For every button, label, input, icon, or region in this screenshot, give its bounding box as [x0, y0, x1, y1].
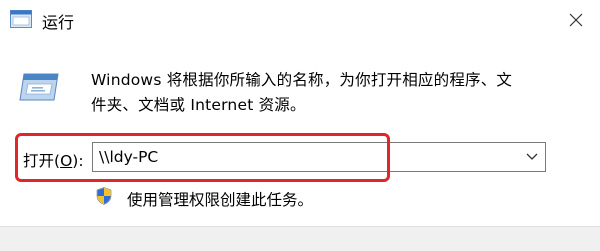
close-icon: [569, 13, 583, 27]
close-button[interactable]: [552, 0, 600, 40]
window-title: 运行: [42, 13, 75, 32]
open-input[interactable]: [93, 143, 519, 171]
admin-privilege-note: 使用管理权限创建此任务。: [127, 191, 314, 209]
open-label: 打开(O):: [23, 149, 84, 171]
dialog-description: Windows 将根据你所输入的名称，为你打开相应的程序、文 件夹、文档或 In…: [91, 68, 581, 118]
description-line-2: 件夹、文档或 Internet 资源。: [91, 96, 306, 114]
chevron-down-icon[interactable]: [525, 152, 539, 162]
open-label-prefix: 打开(: [23, 152, 61, 170]
dialog-footer: [0, 226, 600, 251]
shield-icon: [96, 187, 112, 205]
run-app-icon: [10, 10, 32, 28]
open-combobox[interactable]: [92, 142, 546, 172]
title-bar: 运行: [0, 0, 600, 40]
description-line-1: Windows 将根据你所输入的名称，为你打开相应的程序、文: [91, 71, 513, 89]
open-label-suffix: ):: [72, 152, 84, 170]
run-dialog-icon: [19, 73, 59, 101]
open-label-access-key: O: [60, 152, 73, 170]
